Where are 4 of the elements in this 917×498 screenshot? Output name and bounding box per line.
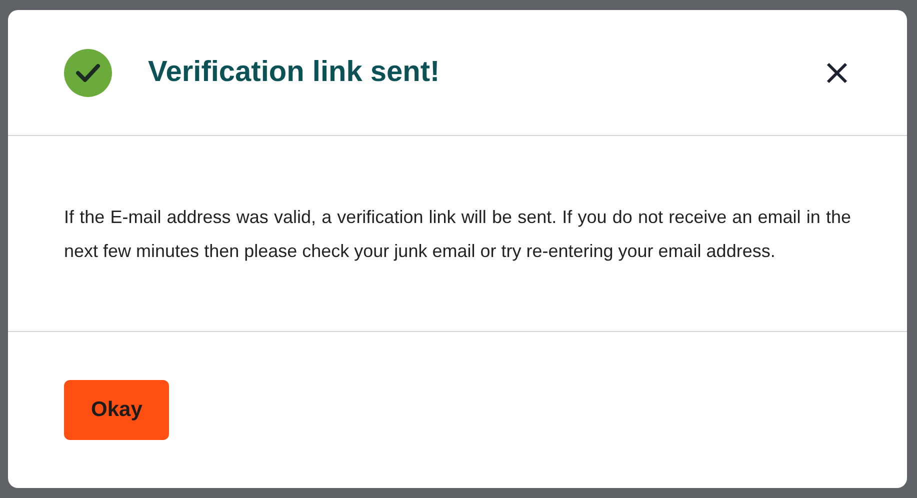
checkmark-icon: [64, 48, 112, 96]
dialog-message: If the E-mail address was valid, a verification link will be sent. If you do not receive an email in the next few minutes then please check your junk email or try re-entering your email address.: [64, 206, 851, 263]
okay-button[interactable]: Okay: [64, 380, 170, 440]
dialog-title: Verification link sent!: [148, 54, 441, 90]
